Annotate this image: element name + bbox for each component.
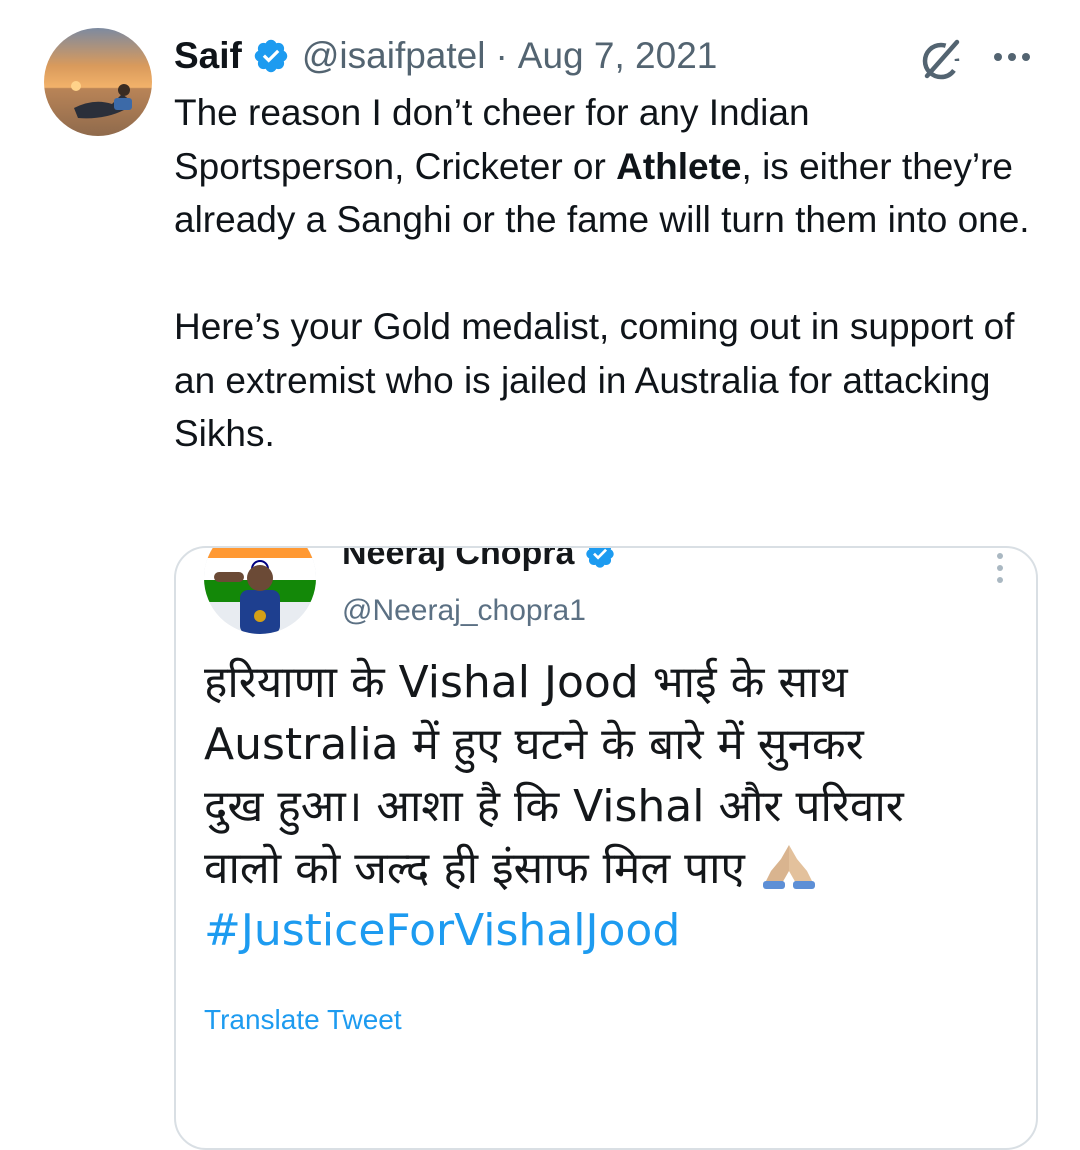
folded-hands-emoji-icon [759,841,819,889]
header-separator: · [495,35,508,76]
tweet-date[interactable]: Aug 7, 2021 [518,35,718,77]
embedded-tweet-text: हरियाणा के Vishal Jood भाई के साथ Austra… [204,652,1024,962]
author-avatar[interactable] [44,28,152,136]
tweet-text: The reason I don’t cheer for any Indian … [174,86,1034,461]
embedded-author-name: Neeraj Chopra [342,546,616,573]
embedded-author-handle: @Neeraj_chopra1 [342,594,586,627]
attached-image[interactable]: Neeraj Chopra @Neeraj_chopra1 हरियाणा के… [174,546,1038,1150]
embedded-more-icon [994,550,1006,586]
author-name[interactable]: Saif [174,35,242,77]
embedded-line-2: Australia में हुए घटने के बारे में सुनकर [204,719,864,770]
avatar-image [44,28,152,136]
embedded-name-text: Neeraj Chopra [342,546,575,572]
tweet-paragraph-1: The reason I don’t cheer for any Indian … [174,86,1034,247]
embedded-avatar [204,548,316,634]
verified-badge-icon [252,37,290,75]
more-options-icon[interactable] [990,42,1034,72]
embedded-line-4: वालो को जल्द ही इंसाफ मिल पाए [204,838,1024,900]
tweet-paragraph-2: Here’s your Gold medalist, coming out in… [174,306,1015,454]
embedded-hashtag: #JusticeForVishalJood [204,905,681,956]
embedded-line-1: हरियाणा के Vishal Jood भाई के साथ [204,657,848,708]
translate-tweet-link: Translate Tweet [204,1004,402,1035]
tweet-bold-word: Athlete [616,145,742,187]
author-handle[interactable]: @isaifpatel [302,35,486,77]
grok-icon[interactable] [916,34,966,84]
tweet-header: Saif @isaifpatel · Aug 7, 2021 [174,28,717,84]
embedded-verified-badge-icon [584,548,616,570]
embedded-line-3: दुख हुआ। आशा है कि Vishal और परिवार [204,781,904,832]
embedded-line-4-text: वालो को जल्द ही इंसाफ मिल पाए [204,843,745,894]
